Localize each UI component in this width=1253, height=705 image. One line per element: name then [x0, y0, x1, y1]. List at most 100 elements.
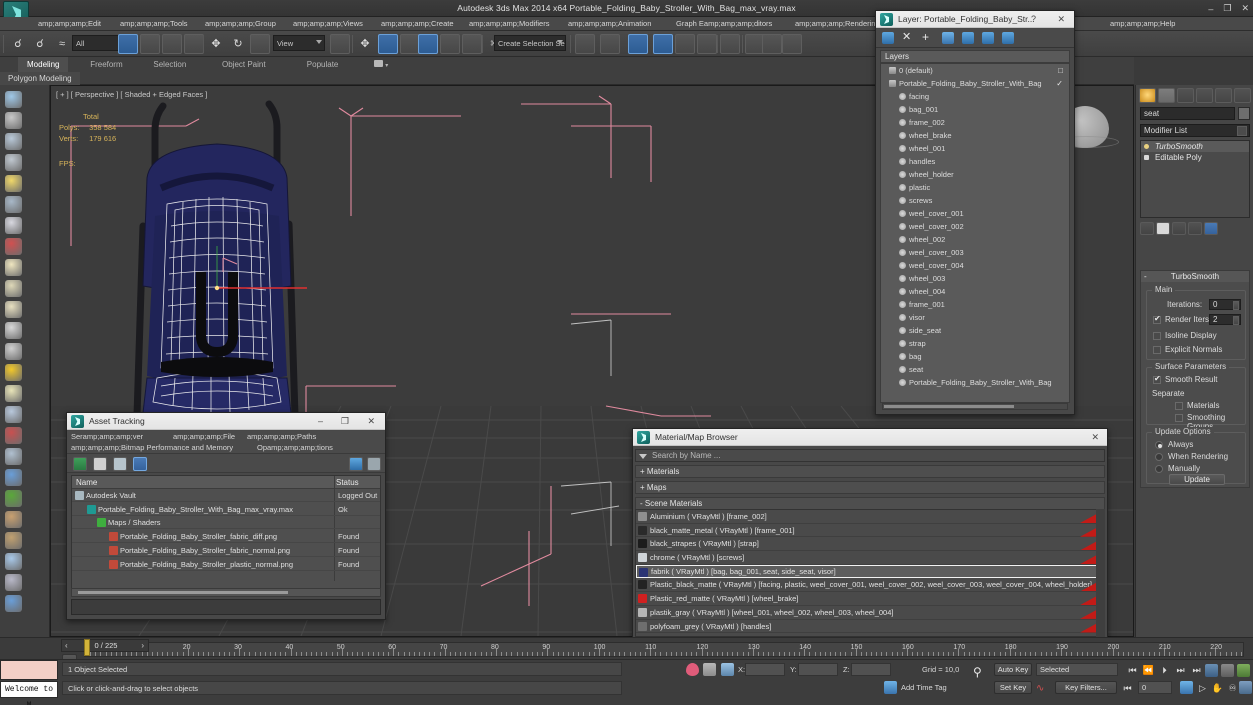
left-toolbar-icon-6[interactable]	[5, 217, 22, 234]
key-mode-icon[interactable]	[1205, 664, 1218, 677]
left-toolbar-icon-3[interactable]	[5, 154, 22, 171]
layer-row-10[interactable]: screws	[881, 194, 1069, 207]
update-button[interactable]: Update	[1169, 474, 1225, 485]
set-key-button[interactable]: Set Key	[994, 681, 1032, 694]
align-button[interactable]	[600, 34, 620, 54]
key-filters-button[interactable]: Key Filters...	[1055, 681, 1117, 694]
z-coordinate-field[interactable]	[851, 663, 891, 676]
asset-row-3[interactable]: Portable_Folding_Baby_Stroller_fabric_di…	[72, 530, 380, 544]
asset-menu-item-0[interactable]: Seramp;amp;amp;ver	[71, 431, 143, 442]
ribbon-tab-freeform[interactable]: Freeform	[81, 57, 131, 72]
left-toolbar-icon-24[interactable]	[5, 595, 22, 612]
y-coordinate-field[interactable]	[798, 663, 838, 676]
layer-visibility-toggle[interactable]: □	[1058, 64, 1063, 77]
left-toolbar-icon-12[interactable]	[5, 343, 22, 360]
menu-item-7[interactable]: Graph Eamp;amp;amp;ditors	[676, 17, 772, 31]
asset-options-icon[interactable]	[367, 457, 381, 471]
layer-row-20[interactable]: side_seat	[881, 324, 1069, 337]
create-new-layer-icon[interactable]	[882, 32, 894, 44]
rollout-collapse-icon[interactable]: -	[1144, 271, 1147, 282]
add-time-tag-icon[interactable]	[884, 681, 897, 694]
current-frame-field[interactable]: 0	[1138, 681, 1172, 694]
layer-visibility-toggle[interactable]: ✓	[1056, 77, 1063, 90]
close-button[interactable]: ✕	[1241, 3, 1249, 14]
show-end-result-button[interactable]	[1156, 221, 1170, 235]
material-row-0[interactable]: Aluminium ( VRayMtl ) [frame_002]	[636, 510, 1104, 524]
select-object-button[interactable]	[118, 34, 138, 54]
scene-materials-list[interactable]: Aluminium ( VRayMtl ) [frame_002] black_m…	[635, 509, 1105, 637]
viewport-label[interactable]: [ + ] [ Perspective ] [ Shaded + Edged F…	[56, 90, 207, 99]
rendered-frame-window-button[interactable]	[762, 34, 782, 54]
left-toolbar-icon-11[interactable]	[5, 322, 22, 339]
graph-editor-button[interactable]	[675, 34, 695, 54]
asset-minimize-button[interactable]: –	[318, 413, 323, 430]
asset-close-button[interactable]: ✕	[367, 413, 375, 430]
left-toolbar-icon-14[interactable]	[5, 385, 22, 402]
left-toolbar-icon-2[interactable]	[5, 133, 22, 150]
configure-modifier-sets-button[interactable]	[1204, 221, 1218, 235]
asset-table[interactable]: Name Status Autodesk Vault Logged Out .. P…	[71, 475, 381, 594]
layer-row-6[interactable]: wheel_001	[881, 142, 1069, 155]
next-frame-icon[interactable]: ⏭	[1174, 664, 1187, 676]
update-manually-radio[interactable]	[1155, 465, 1163, 473]
snaps-toggle-button[interactable]	[378, 34, 398, 54]
pan-view-icon[interactable]: ✋	[1211, 682, 1224, 694]
asset-maximize-button[interactable]: ❐	[341, 413, 349, 430]
render-production-button[interactable]	[782, 34, 802, 54]
layer-horizontal-scrollbar[interactable]	[882, 403, 1068, 410]
section-materials[interactable]: + Materials	[635, 465, 1105, 478]
modifier-list-dropdown[interactable]: Modifier List	[1140, 124, 1250, 137]
percent-snap-button[interactable]	[440, 34, 460, 54]
material-row-4[interactable]: fabrik ( VRayMtl ) [bag, bag_001, seat, …	[636, 564, 1104, 579]
menu-item-10[interactable]: amp;amp;amp;Help	[1110, 17, 1175, 31]
search-options-dropdown-icon[interactable]	[639, 454, 647, 459]
left-toolbar-icon-16[interactable]	[5, 427, 22, 444]
menu-item-5[interactable]: amp;amp;amp;Modifiers	[469, 17, 549, 31]
menu-item-8[interactable]: amp;amp;amp;Rendering	[795, 17, 880, 31]
key-mode-toggle-icon[interactable]: ⚲	[973, 665, 982, 679]
zoom-extents-icon[interactable]	[1180, 681, 1193, 694]
material-row-5[interactable]: Plastic_black_matte ( VRayMtl ) [facing,…	[636, 578, 1104, 593]
left-toolbar-icon-21[interactable]	[5, 532, 22, 549]
section-maps[interactable]: + Maps	[635, 481, 1105, 494]
hide-layer-icon[interactable]	[982, 32, 994, 44]
hierarchy-tab[interactable]	[1177, 88, 1194, 103]
mirror-button[interactable]	[575, 34, 595, 54]
select-by-name-button[interactable]	[140, 34, 160, 54]
rectangular-selection-region-button[interactable]	[162, 34, 182, 54]
left-toolbar-icon-19[interactable]	[5, 490, 22, 507]
utilities-tab[interactable]	[1234, 88, 1251, 103]
column-status[interactable]: Status	[336, 476, 359, 489]
current-time-field-icon[interactable]	[1237, 664, 1250, 677]
column-name[interactable]: Name	[76, 476, 97, 489]
material-row-7[interactable]: plastik_gray ( VRayMtl ) [wheel_001, whe…	[636, 605, 1104, 620]
update-always-radio[interactable]	[1155, 441, 1163, 449]
freeze-layer-icon[interactable]	[1002, 32, 1014, 44]
create-tab[interactable]	[1139, 88, 1156, 103]
display-tab[interactable]	[1215, 88, 1232, 103]
layer-row-23[interactable]: seat	[881, 363, 1069, 376]
isoline-display-checkbox[interactable]	[1153, 332, 1161, 340]
layer-row-2[interactable]: facing	[881, 90, 1069, 103]
left-toolbar-icon-22[interactable]	[5, 553, 22, 570]
orbit-icon[interactable]: ♾	[1226, 682, 1239, 694]
unlink-icon[interactable]: ☌	[30, 34, 50, 54]
menu-item-4[interactable]: amp;amp;amp;Create	[381, 17, 454, 31]
left-toolbar-icon-0[interactable]	[5, 91, 22, 108]
pin-stack-button[interactable]	[1140, 221, 1154, 235]
left-toolbar-icon-10[interactable]	[5, 301, 22, 318]
maximize-viewport-icon[interactable]	[1239, 681, 1252, 694]
left-toolbar-icon-15[interactable]	[5, 406, 22, 423]
schematic-view-button[interactable]	[697, 34, 717, 54]
angle-snap-button[interactable]	[418, 34, 438, 54]
material-row-1[interactable]: black_matte_metal ( VRayMtl ) [frame_001…	[636, 523, 1104, 538]
layer-row-24[interactable]: Portable_Folding_Baby_Stroller_With_Bag	[881, 376, 1069, 389]
update-when-rendering-radio[interactable]	[1155, 453, 1163, 461]
menu-item-6[interactable]: amp;amp;amp;Animation	[568, 17, 651, 31]
next-frame-arrow[interactable]: ›	[141, 640, 144, 652]
turbosmooth-rollout-header[interactable]: - TurboSmooth	[1141, 271, 1249, 282]
previous-frame-icon[interactable]: ⏪	[1142, 664, 1155, 676]
explicit-normals-checkbox[interactable]	[1153, 346, 1161, 354]
ribbon-tab-selection[interactable]: Selection	[144, 57, 195, 72]
layer-row-9[interactable]: plastic	[881, 181, 1069, 194]
